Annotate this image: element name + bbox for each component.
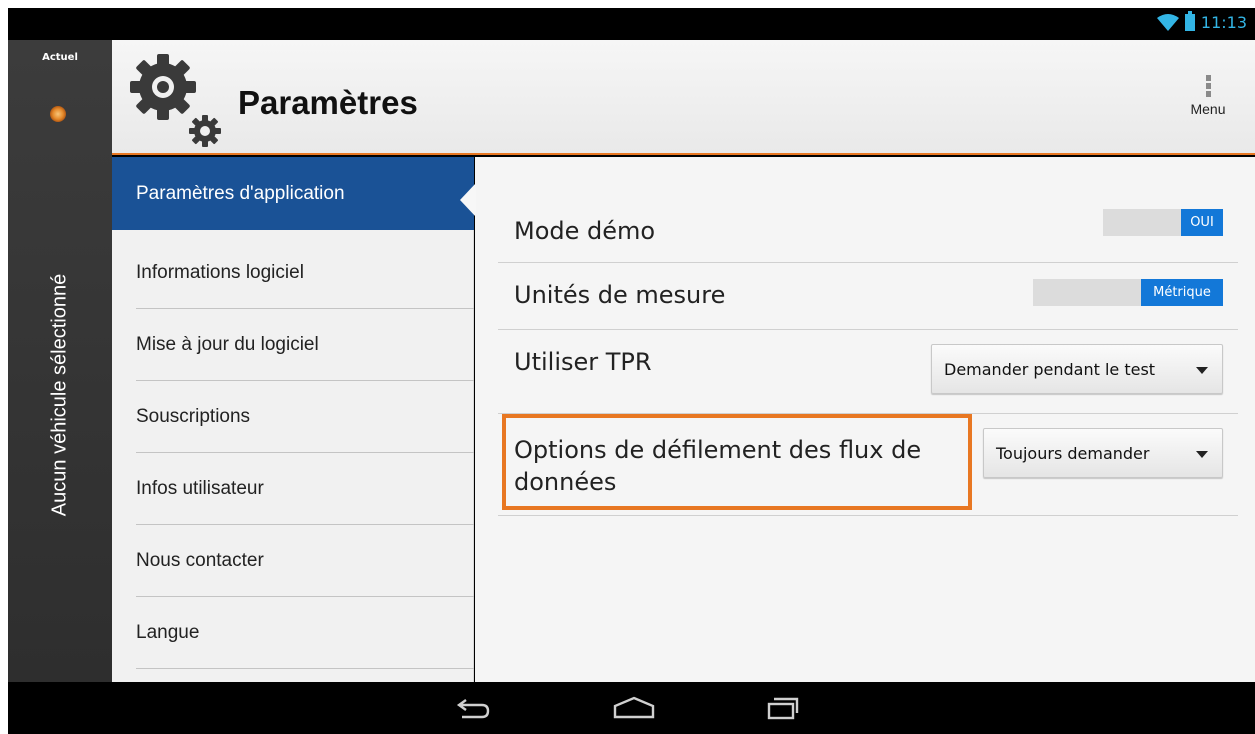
screenshot-frame: 11:13 Actuel Aucun véhicule sélectionné	[0, 0, 1255, 734]
menu-button[interactable]: Menu	[1183, 75, 1233, 117]
sidebar-item-contact[interactable]: Nous contacter	[112, 525, 474, 597]
sidebar-item-language[interactable]: Langue	[112, 597, 474, 669]
status-time: 11:13	[1200, 13, 1247, 32]
setting-label: Unités de mesure	[514, 281, 726, 309]
sidebar-item-app-settings[interactable]: Paramètres d'application	[112, 157, 474, 230]
sidebar-item-software-info[interactable]: Informations logiciel	[112, 237, 474, 309]
dropdown-value: Toujours demander	[996, 443, 1150, 463]
setting-row-units: Unités de mesure Métrique	[498, 263, 1238, 330]
vehicle-status-text: Aucun véhicule sélectionné	[48, 273, 71, 517]
menu-label: Menu	[1190, 101, 1226, 117]
page-title: Paramètres	[238, 84, 418, 121]
small-gear-icon	[189, 115, 221, 147]
tablet-screen: 11:13 Actuel Aucun véhicule sélectionné	[8, 8, 1255, 734]
dropdown-value: Demander pendant le test	[944, 359, 1156, 379]
divider	[136, 668, 474, 669]
demo-mode-toggle[interactable]: OUI	[1103, 209, 1223, 236]
status-indicators: 11:13	[1156, 11, 1247, 32]
overflow-menu-icon	[1183, 75, 1233, 97]
sidebar-item-label: Langue	[136, 622, 200, 643]
settings-sidebar: Paramètres d'application Informations lo…	[112, 157, 474, 682]
setting-row-demo: Mode démo OUI	[498, 187, 1238, 263]
tpr-dropdown[interactable]: Demander pendant le test	[931, 344, 1223, 394]
sidebar-item-label: Infos utilisateur	[136, 478, 264, 499]
highlight-frame	[502, 414, 972, 510]
sidebar-item-label: Souscriptions	[136, 406, 251, 427]
app-header: Paramètres Menu	[112, 40, 1255, 155]
active-item-pointer	[460, 183, 476, 217]
android-nav-bar	[8, 682, 1255, 734]
current-label: Actuel	[42, 52, 78, 63]
toggle-value: OUI	[1181, 209, 1223, 236]
sidebar-item-label: Mise à jour du logiciel	[136, 334, 319, 355]
dropdown-arrow-icon	[1196, 367, 1208, 374]
units-toggle[interactable]: Métrique	[1033, 279, 1223, 306]
sidebar-item-software-update[interactable]: Mise à jour du logiciel	[112, 309, 474, 381]
sidebar-item-label: Nous contacter	[136, 550, 264, 571]
sidebar-item-subscriptions[interactable]: Souscriptions	[112, 381, 474, 453]
setting-row-tpr: Utiliser TPR Demander pendant le test	[498, 330, 1238, 414]
wifi-icon	[1156, 13, 1179, 31]
status-bar: 11:13	[8, 8, 1255, 40]
scroll-dropdown[interactable]: Toujours demander	[983, 428, 1223, 478]
vehicle-indicator-icon	[50, 106, 66, 122]
back-icon[interactable]	[456, 696, 492, 720]
home-icon[interactable]	[612, 696, 656, 720]
setting-label: Utiliser TPR	[514, 348, 652, 376]
settings-gear-icon	[130, 54, 196, 120]
toggle-value: Métrique	[1141, 279, 1223, 306]
settings-content: Mode démo OUI Unités de mesure Métrique …	[475, 157, 1255, 682]
sidebar-item-user-info[interactable]: Infos utilisateur	[112, 453, 474, 525]
sidebar-item-label: Informations logiciel	[136, 262, 304, 283]
vehicle-rail[interactable]: Actuel Aucun véhicule sélectionné	[8, 40, 112, 682]
battery-icon	[1184, 11, 1195, 31]
sidebar-item-label: Paramètres d'application	[136, 182, 345, 204]
recent-apps-icon[interactable]	[766, 696, 800, 720]
setting-label: Mode démo	[514, 217, 656, 245]
dropdown-arrow-icon	[1196, 451, 1208, 458]
